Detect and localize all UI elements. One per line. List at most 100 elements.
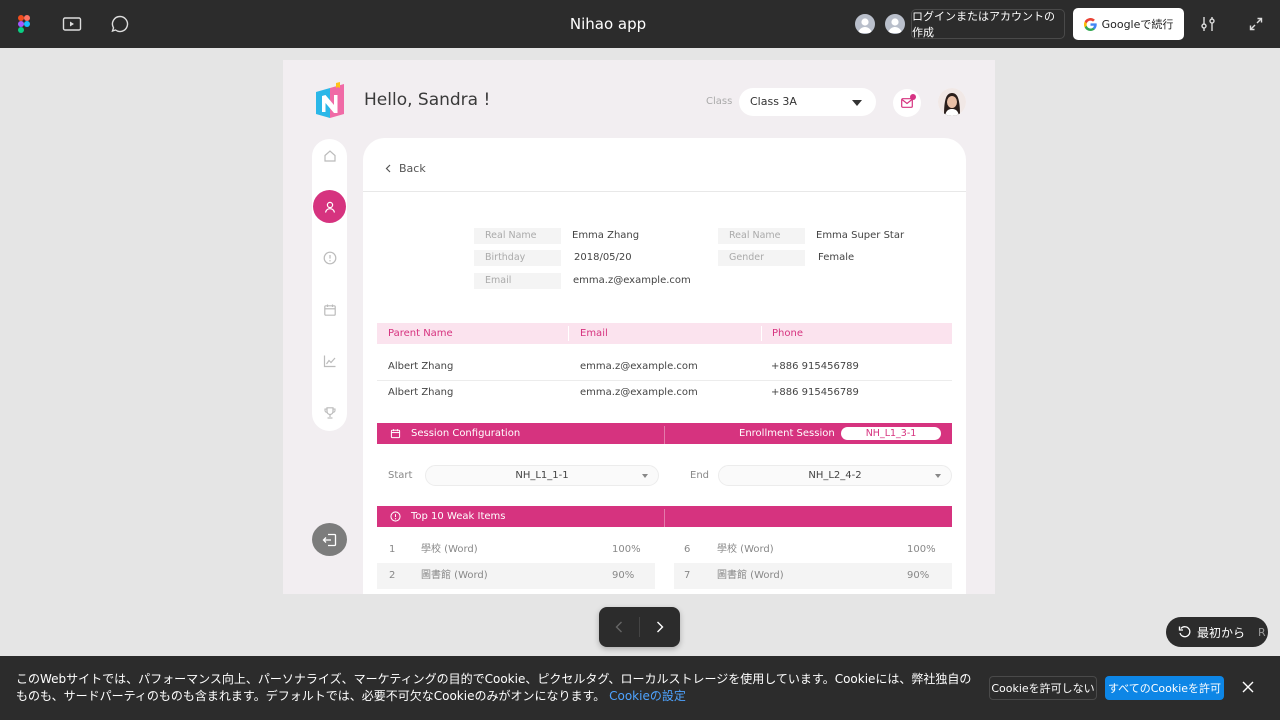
email-label: Email bbox=[474, 273, 561, 289]
table-row: Albert Zhang emma.z@example.com +886 915… bbox=[377, 380, 952, 406]
start-label: Start bbox=[388, 470, 413, 481]
alert-circle-icon bbox=[323, 251, 336, 265]
calendar-icon bbox=[390, 429, 401, 439]
restart-label: 最初から bbox=[1197, 625, 1246, 640]
login-button[interactable]: ログインまたはアカウントの作成 bbox=[911, 9, 1065, 39]
nav-achievements[interactable] bbox=[312, 396, 347, 430]
viewer-avatar[interactable] bbox=[883, 12, 907, 36]
alert-circle-icon bbox=[390, 511, 401, 522]
logout-button[interactable] bbox=[312, 523, 347, 556]
trophy-icon bbox=[323, 407, 336, 419]
parent-email-cell: emma.z@example.com bbox=[580, 387, 698, 398]
restart-icon bbox=[1178, 626, 1191, 638]
side-navigation bbox=[312, 139, 347, 431]
nav-students[interactable] bbox=[313, 190, 346, 223]
parent-phone-header: Phone bbox=[772, 328, 803, 339]
student-detail-card: Back Real Name Emma Zhang Birthday 2018/… bbox=[363, 138, 966, 594]
chevron-right-icon bbox=[657, 621, 664, 633]
accept-cookies-button[interactable]: すべてのCookieを許可 bbox=[1105, 676, 1224, 700]
home-icon bbox=[323, 150, 336, 162]
start-session-select[interactable]: NH_L1_1-1 bbox=[425, 465, 659, 486]
prototype-frame: Hello, Sandra ! Class Class 3A Back Real… bbox=[283, 60, 995, 594]
end-session-value: NH_L2_4-2 bbox=[808, 470, 862, 481]
weak-percent: 90% bbox=[907, 570, 930, 581]
enrollment-session-value[interactable]: NH_L1_3-1 bbox=[841, 427, 941, 440]
class-select[interactable]: Class 3A bbox=[739, 88, 876, 116]
line-chart-icon bbox=[323, 355, 335, 368]
weak-items-title: Top 10 Weak Items bbox=[411, 511, 506, 522]
viewer-toolbar: Nihao app ログインまたはアカウントの作成 Googleで続行 bbox=[0, 0, 1280, 48]
nav-reports[interactable] bbox=[312, 344, 347, 378]
google-signin-button[interactable]: Googleで続行 bbox=[1073, 8, 1184, 40]
gender-value: Female bbox=[818, 252, 855, 263]
weak-word: 圖書館 (Word) bbox=[717, 570, 784, 581]
notification-dot bbox=[910, 94, 916, 100]
end-session-select[interactable]: NH_L2_4-2 bbox=[718, 465, 952, 486]
start-session-value: NH_L1_1-1 bbox=[515, 470, 569, 481]
reject-cookies-button[interactable]: Cookieを許可しない bbox=[989, 676, 1097, 700]
weak-word: 學校 (Word) bbox=[421, 544, 478, 555]
mail-button[interactable] bbox=[893, 89, 921, 117]
chevron-left-icon bbox=[615, 621, 622, 633]
back-label: Back bbox=[399, 162, 426, 175]
table-row: Albert Zhang emma.z@example.com +886 915… bbox=[377, 354, 952, 380]
calendar-icon bbox=[323, 304, 336, 316]
class-label: Class bbox=[706, 96, 733, 107]
restart-button[interactable]: 最初から R bbox=[1166, 617, 1268, 647]
nihao-logo bbox=[314, 82, 346, 122]
parent-email-header: Email bbox=[580, 328, 608, 339]
list-item: 1 學校 (Word) 100% bbox=[377, 537, 655, 563]
parent-name-cell: Albert Zhang bbox=[388, 361, 454, 372]
chevron-down-icon bbox=[642, 474, 648, 478]
nav-alerts[interactable] bbox=[312, 241, 347, 275]
previous-frame-button[interactable] bbox=[599, 607, 639, 647]
cookie-banner: このWebサイトでは、パフォーマンス向上、パーソナライズ、マーケティングの目的で… bbox=[0, 656, 1280, 720]
weak-rank: 1 bbox=[389, 544, 396, 555]
weak-rank: 7 bbox=[684, 570, 691, 581]
logout-icon bbox=[322, 533, 337, 546]
divider bbox=[363, 191, 966, 192]
parent-email-cell: emma.z@example.com bbox=[580, 361, 698, 372]
class-select-value: Class 3A bbox=[750, 95, 797, 108]
parent-name-cell: Albert Zhang bbox=[388, 387, 454, 398]
list-item: 2 圖書館 (Word) 90% bbox=[377, 563, 655, 589]
parent-phone-cell: +886 915456789 bbox=[771, 387, 859, 398]
back-button[interactable]: Back bbox=[385, 162, 426, 175]
real-name-value: Emma Zhang bbox=[572, 230, 640, 241]
cookie-settings-link[interactable]: Cookieの設定 bbox=[609, 689, 686, 703]
user-icon bbox=[324, 201, 335, 213]
list-item: 7 圖書館 (Word) 90% bbox=[674, 563, 952, 589]
parent-name-header: Parent Name bbox=[388, 328, 453, 339]
viewer-avatar[interactable] bbox=[853, 12, 877, 36]
session-config-bar: Session Configuration Enrollment Session… bbox=[377, 423, 952, 444]
email-value: emma.z@example.com bbox=[573, 275, 691, 286]
weak-percent: 100% bbox=[907, 544, 936, 555]
google-label: Googleで続行 bbox=[1101, 18, 1174, 31]
birthday-value: 2018/05/20 bbox=[574, 252, 632, 263]
nav-calendar[interactable] bbox=[312, 293, 347, 327]
nickname-label: Real Name bbox=[718, 228, 805, 244]
end-label: End bbox=[690, 470, 710, 481]
weak-word: 圖書館 (Word) bbox=[421, 570, 488, 581]
greeting-title: Hello, Sandra ! bbox=[364, 90, 491, 110]
user-avatar[interactable] bbox=[938, 88, 966, 116]
settings-sliders-icon[interactable] bbox=[1196, 12, 1220, 36]
nav-home[interactable] bbox=[312, 139, 347, 173]
parent-table-header: Parent Name Email Phone bbox=[377, 323, 952, 344]
next-frame-button[interactable] bbox=[640, 607, 680, 647]
chevron-left-icon bbox=[385, 164, 391, 173]
gender-label: Gender bbox=[718, 250, 805, 266]
session-config-title: Session Configuration bbox=[411, 428, 521, 439]
nickname-value: Emma Super Star bbox=[816, 230, 905, 241]
chevron-down-icon bbox=[935, 474, 941, 478]
enrollment-session-label: Enrollment Session bbox=[739, 428, 835, 439]
weak-percent: 90% bbox=[612, 570, 635, 581]
weak-rank: 6 bbox=[684, 544, 691, 555]
real-name-label: Real Name bbox=[474, 228, 561, 244]
cookie-text: このWebサイトでは、パフォーマンス向上、パーソナライズ、マーケティングの目的で… bbox=[16, 671, 976, 705]
weak-items-bar: Top 10 Weak Items bbox=[377, 506, 952, 527]
weak-rank: 2 bbox=[389, 570, 396, 581]
close-icon[interactable] bbox=[1239, 678, 1257, 696]
weak-percent: 100% bbox=[612, 544, 641, 555]
expand-icon[interactable] bbox=[1244, 12, 1268, 36]
